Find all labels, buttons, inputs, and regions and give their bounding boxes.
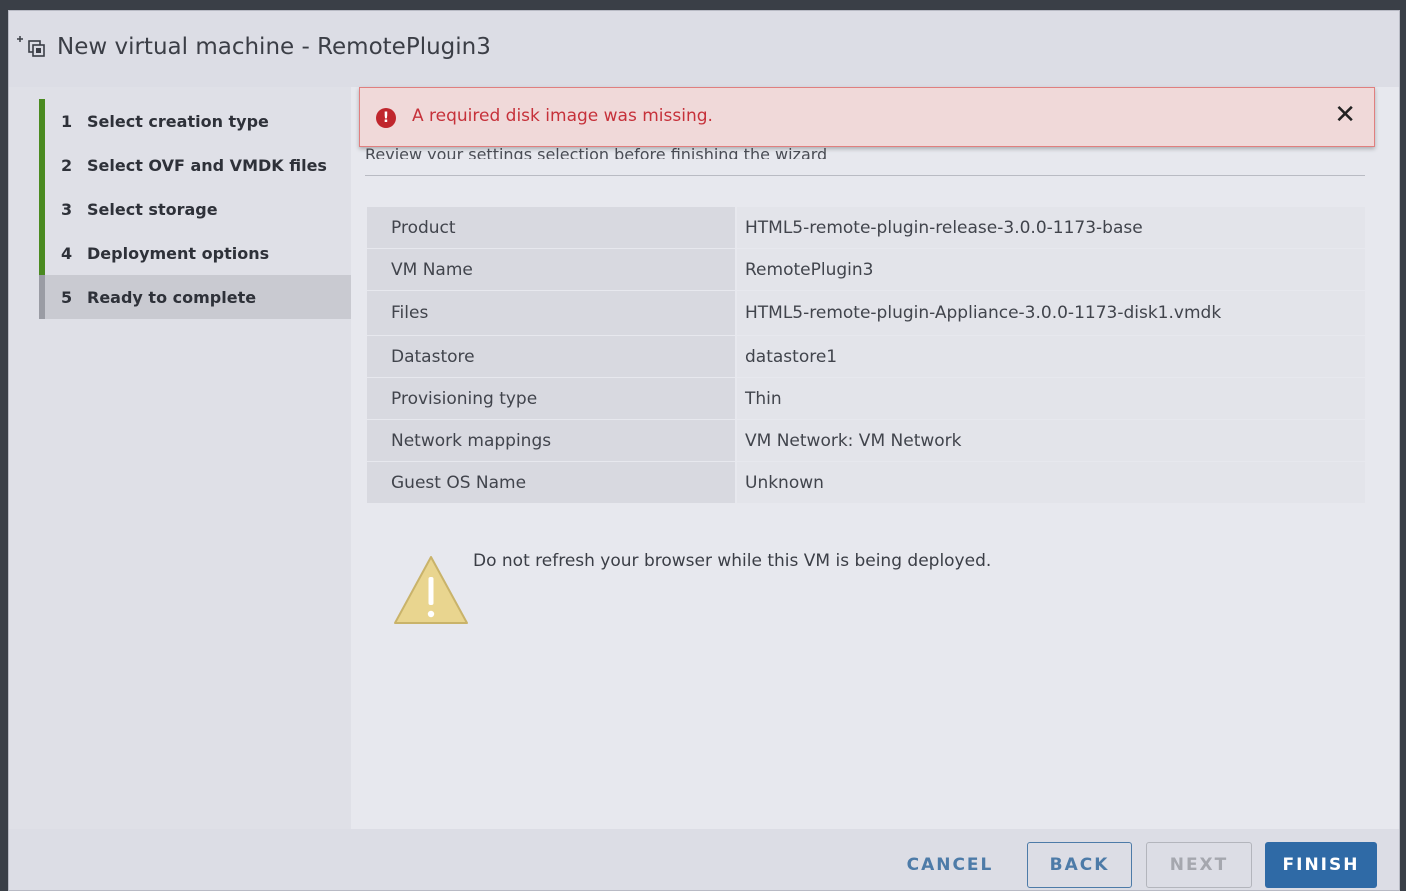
summary-value: Thin	[737, 378, 1365, 419]
divider	[365, 175, 1365, 176]
summary-value: datastore1	[737, 336, 1365, 377]
dialog-title: New virtual machine - RemotePlugin3	[57, 34, 491, 60]
step-label: Select creation type	[87, 111, 269, 131]
error-icon: !	[376, 108, 396, 128]
table-row: VM Name RemotePlugin3	[367, 249, 1365, 290]
summary-value: RemotePlugin3	[737, 249, 1365, 290]
wizard-steps-sidebar: 1 Select creation type 2 Select OVF and …	[9, 87, 351, 829]
summary-value: VM Network: VM Network	[737, 420, 1365, 461]
wizard-steps: 1 Select creation type 2 Select OVF and …	[39, 99, 351, 319]
step-number: 1	[61, 111, 73, 131]
review-instructions: Review your settings selection before fi…	[365, 145, 828, 159]
warning-icon	[394, 556, 468, 624]
step-ready-to-complete[interactable]: 5 Ready to complete	[39, 275, 351, 319]
wizard-content: Review your settings selection before fi…	[351, 87, 1399, 829]
summary-key: Guest OS Name	[367, 462, 735, 503]
summary-key: Provisioning type	[367, 378, 735, 419]
step-label: Deployment options	[87, 243, 270, 263]
step-label: Select storage	[87, 199, 218, 219]
table-row: Guest OS Name Unknown	[367, 462, 1365, 503]
table-row: Product HTML5-remote-plugin-release-3.0.…	[367, 207, 1365, 248]
step-select-creation-type[interactable]: 1 Select creation type	[39, 99, 351, 143]
finish-button[interactable]: FINISH	[1265, 842, 1377, 888]
summary-value: Unknown	[737, 462, 1365, 503]
dialog-titlebar: New virtual machine - RemotePlugin3	[9, 11, 1399, 87]
summary-table: Product HTML5-remote-plugin-release-3.0.…	[367, 207, 1365, 504]
step-label: Select OVF and VMDK files	[87, 155, 327, 175]
step-number: 2	[61, 155, 73, 175]
summary-key: Product	[367, 207, 735, 248]
summary-key: VM Name	[367, 249, 735, 290]
summary-value: HTML5-remote-plugin-Appliance-3.0.0-1173…	[737, 291, 1365, 335]
new-vm-dialog: New virtual machine - RemotePlugin3 1 Se…	[8, 10, 1400, 891]
next-button[interactable]: NEXT	[1146, 842, 1252, 888]
warning-message: Do not refresh your browser while this V…	[473, 551, 992, 571]
error-alert: ! A required disk image was missing. ✕	[359, 87, 1375, 147]
step-deployment-options[interactable]: 4 Deployment options	[39, 231, 351, 275]
step-number: 3	[61, 199, 73, 219]
table-row: Network mappings VM Network: VM Network	[367, 420, 1365, 461]
close-icon[interactable]: ✕	[1334, 100, 1356, 130]
summary-key: Files	[367, 291, 735, 335]
dialog-footer: CANCEL BACK NEXT FINISH	[9, 829, 1399, 890]
step-select-storage[interactable]: 3 Select storage	[39, 187, 351, 231]
step-label: Ready to complete	[87, 287, 257, 307]
alert-message: A required disk image was missing.	[412, 106, 713, 126]
summary-key: Datastore	[367, 336, 735, 377]
table-row: Datastore datastore1	[367, 336, 1365, 377]
new-vm-icon	[17, 36, 45, 57]
cancel-button[interactable]: CANCEL	[895, 842, 1005, 888]
table-row: Files HTML5-remote-plugin-Appliance-3.0.…	[367, 291, 1365, 335]
table-row: Provisioning type Thin	[367, 378, 1365, 419]
step-number: 4	[61, 243, 73, 263]
summary-value: HTML5-remote-plugin-release-3.0.0-1173-b…	[737, 207, 1365, 248]
back-button[interactable]: BACK	[1027, 842, 1132, 888]
summary-key: Network mappings	[367, 420, 735, 461]
step-select-ovf-vmdk[interactable]: 2 Select OVF and VMDK files	[39, 143, 351, 187]
step-number: 5	[61, 287, 73, 307]
